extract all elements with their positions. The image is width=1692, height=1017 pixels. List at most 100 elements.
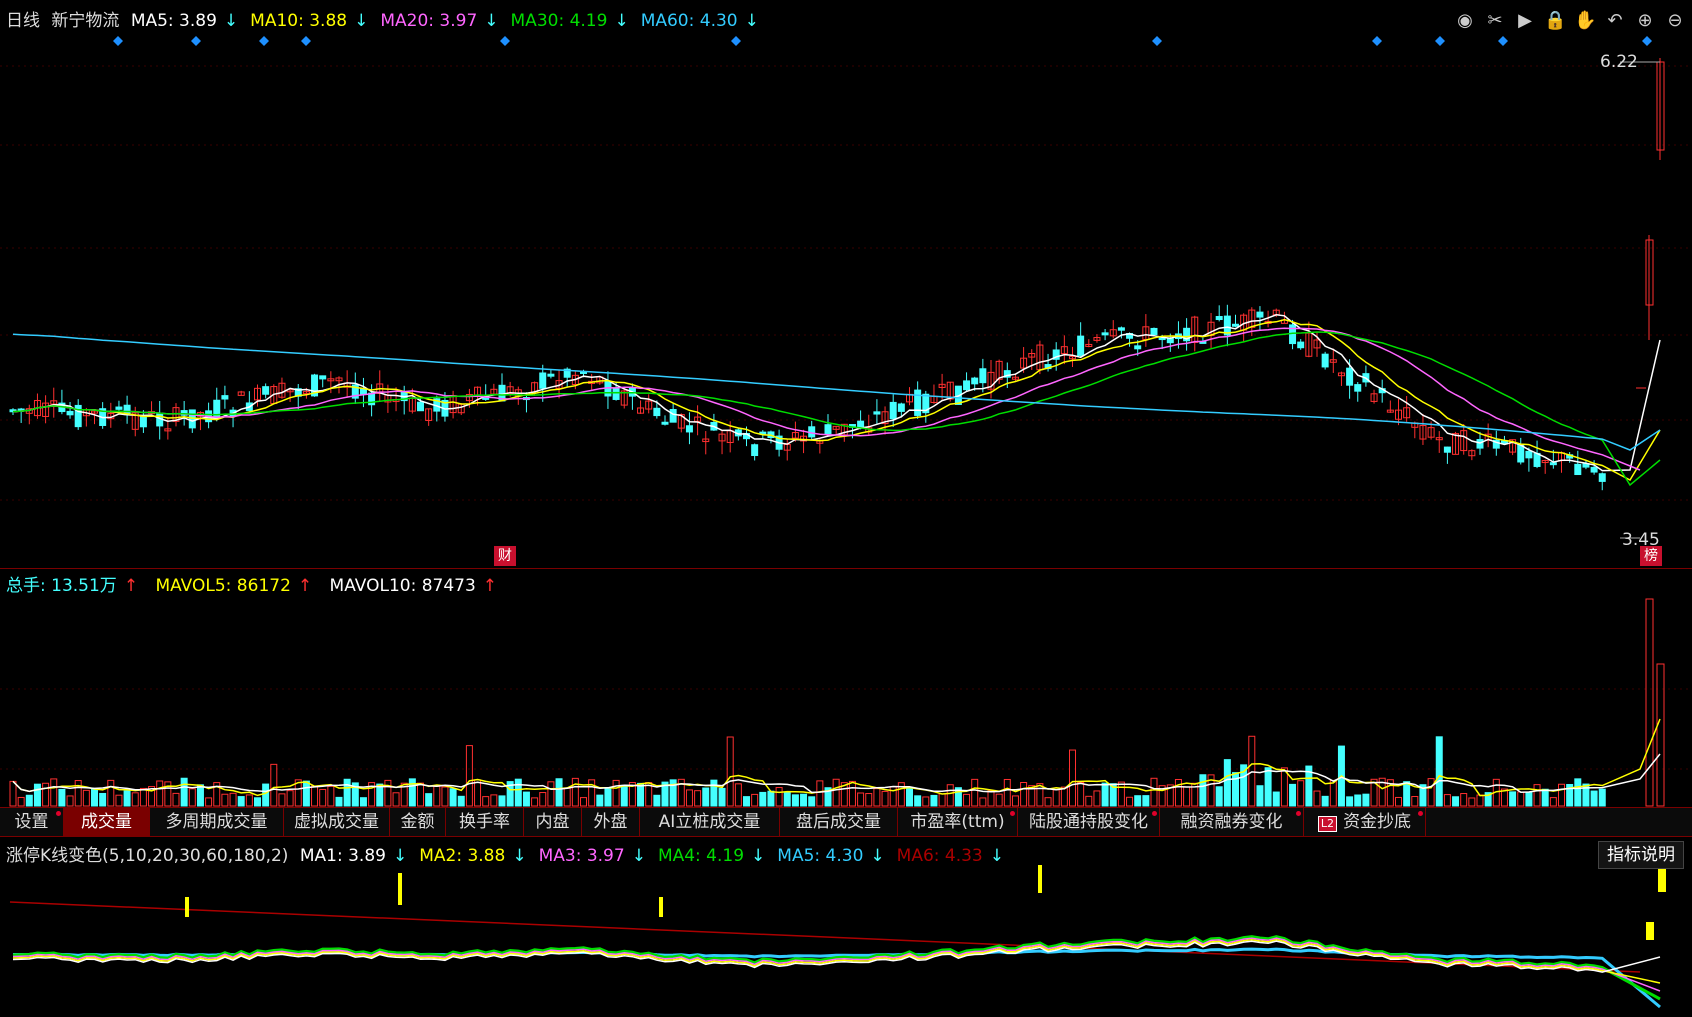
tab-1[interactable]: 设置 bbox=[0, 808, 64, 836]
volume-bar bbox=[514, 778, 522, 807]
tab-dot bbox=[1418, 811, 1423, 816]
candle bbox=[1346, 367, 1354, 386]
volume-bar bbox=[188, 788, 196, 807]
candle bbox=[1321, 353, 1329, 368]
tab-6[interactable]: 换手率 bbox=[446, 808, 524, 836]
tab-11[interactable]: 市盈率(ttm) bbox=[898, 808, 1018, 836]
tab-2[interactable]: 成交量 bbox=[64, 808, 150, 836]
tab-4[interactable]: 虚拟成交量 bbox=[284, 808, 390, 836]
indicator-ma-4-arrow: ↓ bbox=[751, 846, 766, 866]
tab-label: 金额 bbox=[400, 812, 435, 832]
l2-badge: L2 bbox=[1317, 816, 1338, 832]
volume-bar bbox=[270, 763, 278, 807]
rank-mark[interactable]: 榜 bbox=[1640, 546, 1662, 566]
play-icon[interactable]: ▶ bbox=[1514, 10, 1536, 32]
volume-bar bbox=[482, 796, 490, 807]
volume-bar bbox=[498, 795, 506, 807]
kline-chart[interactable] bbox=[0, 0, 1692, 568]
volume-bar bbox=[172, 792, 180, 807]
signal-diamond bbox=[191, 36, 201, 46]
mavol10-arrow: ↑ bbox=[482, 576, 498, 596]
tab-5[interactable]: 金额 bbox=[390, 808, 446, 836]
volume-bar bbox=[490, 794, 498, 807]
tab-13[interactable]: 融资融券变化 bbox=[1160, 808, 1304, 836]
candle bbox=[139, 415, 147, 428]
tab-3[interactable]: 多周期成交量 bbox=[150, 808, 284, 836]
volume-bar bbox=[620, 784, 628, 807]
candle bbox=[604, 381, 612, 397]
zoom-out-icon[interactable]: ⊖ bbox=[1664, 10, 1686, 32]
volume-bar bbox=[433, 785, 441, 807]
tab-10[interactable]: 盘后成交量 bbox=[780, 808, 898, 836]
candle bbox=[319, 375, 327, 380]
indicator-ma-6: MA6: 4.33 ↓ bbox=[897, 846, 1010, 866]
candle bbox=[1256, 311, 1264, 318]
volume-bar bbox=[1150, 777, 1158, 807]
total-volume: 总手: 13.51万 ↑ bbox=[6, 576, 144, 596]
volume-bar bbox=[335, 796, 343, 807]
indicator-ma-2: MA2: 3.88 ↓ bbox=[419, 846, 532, 866]
scissors-icon[interactable]: ✂ bbox=[1484, 10, 1506, 32]
tab-14[interactable]: L2 资金抄底 bbox=[1304, 808, 1426, 836]
volume-bar bbox=[425, 793, 433, 807]
volume-bar bbox=[221, 793, 229, 807]
signal-diamond bbox=[259, 36, 269, 46]
volume-bar bbox=[539, 792, 547, 807]
indicator-panel[interactable]: 涨停K线变色(5,10,20,30,60,180,2) MA1: 3.89 ↓ MA… bbox=[0, 837, 1692, 1017]
volume-chart[interactable] bbox=[0, 569, 1692, 807]
volume-bar bbox=[710, 779, 718, 807]
volume-bar bbox=[50, 778, 58, 807]
volume-bar bbox=[156, 780, 164, 807]
volume-bar bbox=[1020, 782, 1028, 807]
volume-bar bbox=[1468, 797, 1476, 807]
volume-bar bbox=[1052, 789, 1060, 807]
volume-bar bbox=[286, 790, 294, 807]
volume-bar bbox=[1354, 794, 1362, 807]
volume-panel[interactable]: 总手: 13.51万 ↑ MAVOL5: 86172 ↑ MAVOL10: 8747… bbox=[0, 569, 1692, 808]
kline-panel[interactable]: 日线 新宁物流 MA5: 3.89 ↓ MA10: 3.88 ↓ MA20: 3.97 ↓… bbox=[0, 0, 1692, 569]
tab-7[interactable]: 内盘 bbox=[524, 808, 582, 836]
undo-icon[interactable]: ↶ bbox=[1604, 10, 1626, 32]
volume-bar bbox=[465, 745, 473, 807]
volume-bar bbox=[1256, 785, 1264, 807]
volume-bar bbox=[311, 785, 319, 807]
eye-icon[interactable]: ◉ bbox=[1454, 10, 1476, 32]
tab-9[interactable]: AI立桩成交量 bbox=[640, 808, 780, 836]
ma-line-4-arrow: ↓ bbox=[614, 11, 629, 31]
zoom-in-icon[interactable]: ⊕ bbox=[1634, 10, 1656, 32]
volume-bar bbox=[653, 794, 661, 807]
volume-bar bbox=[743, 796, 750, 807]
volume-bar bbox=[1126, 796, 1134, 807]
tab-dot bbox=[1152, 811, 1157, 816]
indicator-ma-2-value: MA2: 3.88 bbox=[419, 846, 506, 866]
volume-bar bbox=[343, 778, 351, 807]
mavol5: MAVOL5: 86172 ↑ bbox=[155, 576, 318, 596]
volume-bar bbox=[1248, 735, 1256, 807]
volume-bar bbox=[99, 792, 107, 807]
candle bbox=[359, 388, 367, 395]
tab-12[interactable]: 陆股通持股变化 bbox=[1018, 808, 1160, 836]
volume-bar bbox=[1321, 795, 1329, 807]
indicator-ma-3-arrow: ↓ bbox=[631, 846, 646, 866]
volume-bar bbox=[1297, 780, 1305, 807]
signal-diamond bbox=[1435, 36, 1445, 46]
volume-bar bbox=[359, 797, 367, 807]
volume-bar bbox=[1069, 749, 1076, 807]
candle bbox=[889, 401, 897, 420]
candle bbox=[751, 444, 759, 457]
volume-bar bbox=[33, 783, 41, 807]
volume-bar bbox=[139, 787, 147, 807]
volume-bar bbox=[685, 789, 693, 807]
tab-8[interactable]: 外盘 bbox=[582, 808, 640, 836]
candle bbox=[1476, 439, 1484, 449]
volume-bar bbox=[17, 796, 25, 807]
volume-legend: 总手: 13.51万 ↑ MAVOL5: 86172 ↑ MAVOL10: 8747… bbox=[6, 571, 509, 596]
indicator-explain-button[interactable]: 指标说明 bbox=[1598, 841, 1684, 869]
finance-mark[interactable]: 财 bbox=[494, 546, 516, 566]
volume-bar bbox=[25, 794, 33, 807]
volume-bar bbox=[1427, 778, 1435, 807]
ma-line-5-value: MA60: 4.30 bbox=[640, 11, 738, 31]
ma-line-1-value: MA5: 3.89 bbox=[130, 11, 217, 31]
lock-icon[interactable]: 🔒 bbox=[1544, 10, 1566, 32]
hand-icon[interactable]: ✋ bbox=[1574, 10, 1596, 32]
